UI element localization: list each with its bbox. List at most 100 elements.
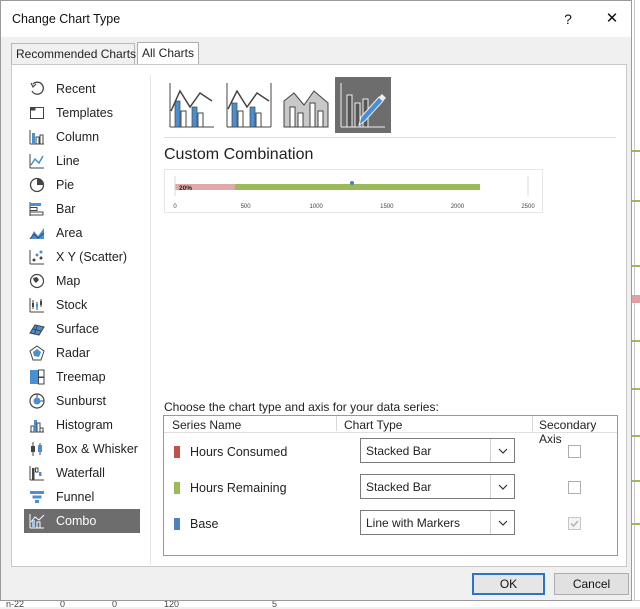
radar-chart-icon [27, 344, 47, 362]
sidebar-item-label: Recent [56, 82, 96, 96]
chevron-down-icon[interactable] [490, 439, 514, 462]
dialog-title: Change Chart Type [12, 12, 121, 26]
chart-type-select[interactable]: Stacked Bar [360, 438, 515, 463]
series-table: Series Name Chart Type Secondary Axis Ho… [163, 415, 618, 556]
combo-subtype-title: Custom Combination [164, 146, 314, 163]
sidebar-item-combo[interactable]: Combo [24, 509, 140, 533]
series-color-swatch [174, 446, 180, 458]
recent-icon [27, 80, 47, 98]
ok-button[interactable]: OK [472, 573, 545, 595]
sidebar-item-label: Histogram [56, 418, 113, 432]
close-button[interactable]: ✕ [600, 9, 624, 29]
preview-base-marker [350, 181, 354, 185]
chart-type-value: Stacked Bar [366, 444, 432, 458]
histogram-chart-icon [27, 416, 47, 434]
area-chart-icon [27, 224, 47, 242]
combo-chart-icon [27, 512, 47, 530]
sidebar-item-label: Treemap [56, 370, 106, 384]
change-chart-type-dialog: Change Chart Type ? ✕ Recommended Charts… [0, 0, 632, 601]
series-row-hours-remaining: Hours Remaining Stacked Bar [164, 470, 617, 506]
chevron-down-icon[interactable] [490, 511, 514, 534]
chart-type-select[interactable]: Line with Markers [360, 510, 515, 535]
chevron-down-icon[interactable] [490, 475, 514, 498]
funnel-chart-icon [27, 488, 47, 506]
sidebar-item-label: Area [56, 226, 83, 240]
chart-type-select[interactable]: Stacked Bar [360, 474, 515, 499]
tab-all-charts[interactable]: All Charts [137, 42, 199, 64]
sidebar-item-label: Templates [56, 106, 113, 120]
sunburst-chart-icon [27, 392, 47, 410]
sidebar-item-label: Map [56, 274, 81, 288]
sidebar-item-label: Line [56, 154, 80, 168]
sidebar-item-scatter[interactable]: X Y (Scatter) [24, 245, 140, 269]
series-name: Hours Remaining [190, 481, 287, 495]
preview-axis-tick: 500 [241, 204, 252, 210]
preview-hours-remaining-bar [235, 184, 480, 190]
sidebar-item-label: Waterfall [56, 466, 105, 480]
chart-type-value: Stacked Bar [366, 480, 432, 494]
map-chart-icon [27, 272, 47, 290]
line-chart-icon [27, 152, 47, 170]
secondary-axis-checkbox [568, 517, 581, 530]
sidebar-item-box-whisker[interactable]: Box & Whisker [24, 437, 140, 461]
chart-type-value: Line with Markers [366, 516, 461, 530]
all-charts-panel: Recent Templates Column Line Pie Bar Are… [11, 64, 627, 567]
sidebar-item-column[interactable]: Column [24, 125, 140, 149]
sidebar-item-label: Combo [56, 514, 97, 528]
sidebar-item-histogram[interactable]: Histogram [24, 413, 140, 437]
sidebar-item-label: Column [56, 130, 100, 144]
sidebar-item-label: Box & Whisker [56, 442, 138, 456]
templates-icon [27, 104, 47, 122]
sidebar-item-pie[interactable]: Pie [24, 173, 140, 197]
sidebar-item-label: Pie [56, 178, 75, 192]
preview-axis-tick: 0 [173, 204, 177, 210]
custom-combination-thumb[interactable] [335, 77, 391, 133]
sidebar-item-templates[interactable]: Templates [24, 101, 140, 125]
custom-combination-icon [340, 83, 386, 128]
sidebar-item-area[interactable]: Area [24, 221, 140, 245]
cancel-button[interactable]: Cancel [554, 573, 629, 595]
series-prompt: Choose the chart type and axis for your … [164, 400, 439, 414]
treemap-chart-icon [27, 368, 47, 386]
sidebar-item-sunburst[interactable]: Sunburst [24, 389, 140, 413]
secondary-axis-checkbox[interactable] [568, 481, 581, 494]
preview-data-label: 20% [179, 185, 192, 192]
sidebar-item-treemap[interactable]: Treemap [24, 365, 140, 389]
column-header-chart-type: Chart Type [344, 418, 403, 432]
sidebar-item-waterfall[interactable]: Waterfall [24, 461, 140, 485]
series-row-base: Base Line with Markers [164, 506, 617, 542]
tab-recommended-charts[interactable]: Recommended Charts [11, 43, 136, 65]
sidebar-item-recent[interactable]: Recent [24, 77, 140, 101]
sidebar-item-line[interactable]: Line [24, 149, 140, 173]
box-whisker-chart-icon [27, 440, 47, 458]
surface-chart-icon [27, 320, 47, 338]
series-color-swatch [174, 482, 180, 494]
clustered-column-line-secondary-axis-thumb[interactable] [221, 77, 277, 133]
sidebar-item-label: Sunburst [56, 394, 107, 408]
sidebar-item-surface[interactable]: Surface [24, 317, 140, 341]
column-chart-icon [27, 128, 47, 146]
scatter-chart-icon [27, 248, 47, 266]
sidebar-item-radar[interactable]: Radar [24, 341, 140, 365]
sidebar-item-funnel[interactable]: Funnel [24, 485, 140, 509]
secondary-axis-checkbox[interactable] [568, 445, 581, 458]
waterfall-chart-icon [27, 464, 47, 482]
sidebar-item-map[interactable]: Map [24, 269, 140, 293]
sidebar-item-bar[interactable]: Bar [24, 197, 140, 221]
column-header-series-name: Series Name [172, 418, 242, 432]
sidebar-item-label: Surface [56, 322, 100, 336]
preview-axis-tick: 1000 [310, 204, 324, 210]
sidebar-item-stock[interactable]: Stock [24, 293, 140, 317]
series-name: Base [190, 517, 219, 531]
stacked-area-clustered-column-thumb[interactable] [278, 77, 334, 133]
clustered-column-line-thumb[interactable] [164, 77, 220, 133]
title-bar: Change Chart Type ? ✕ [1, 1, 631, 37]
background-sheet-strip: n-22 0 0 120 5 [0, 599, 640, 609]
clustered-column-line-secondary-axis-icon [226, 83, 272, 128]
pie-chart-icon [27, 176, 47, 194]
help-button[interactable]: ? [556, 9, 580, 29]
preview-axis-tick: 2000 [451, 204, 465, 210]
chart-preview: 20% 0 500 1000 1500 2000 2500 [164, 169, 543, 213]
bar-chart-icon [27, 200, 47, 218]
checkmark-icon [570, 520, 579, 528]
